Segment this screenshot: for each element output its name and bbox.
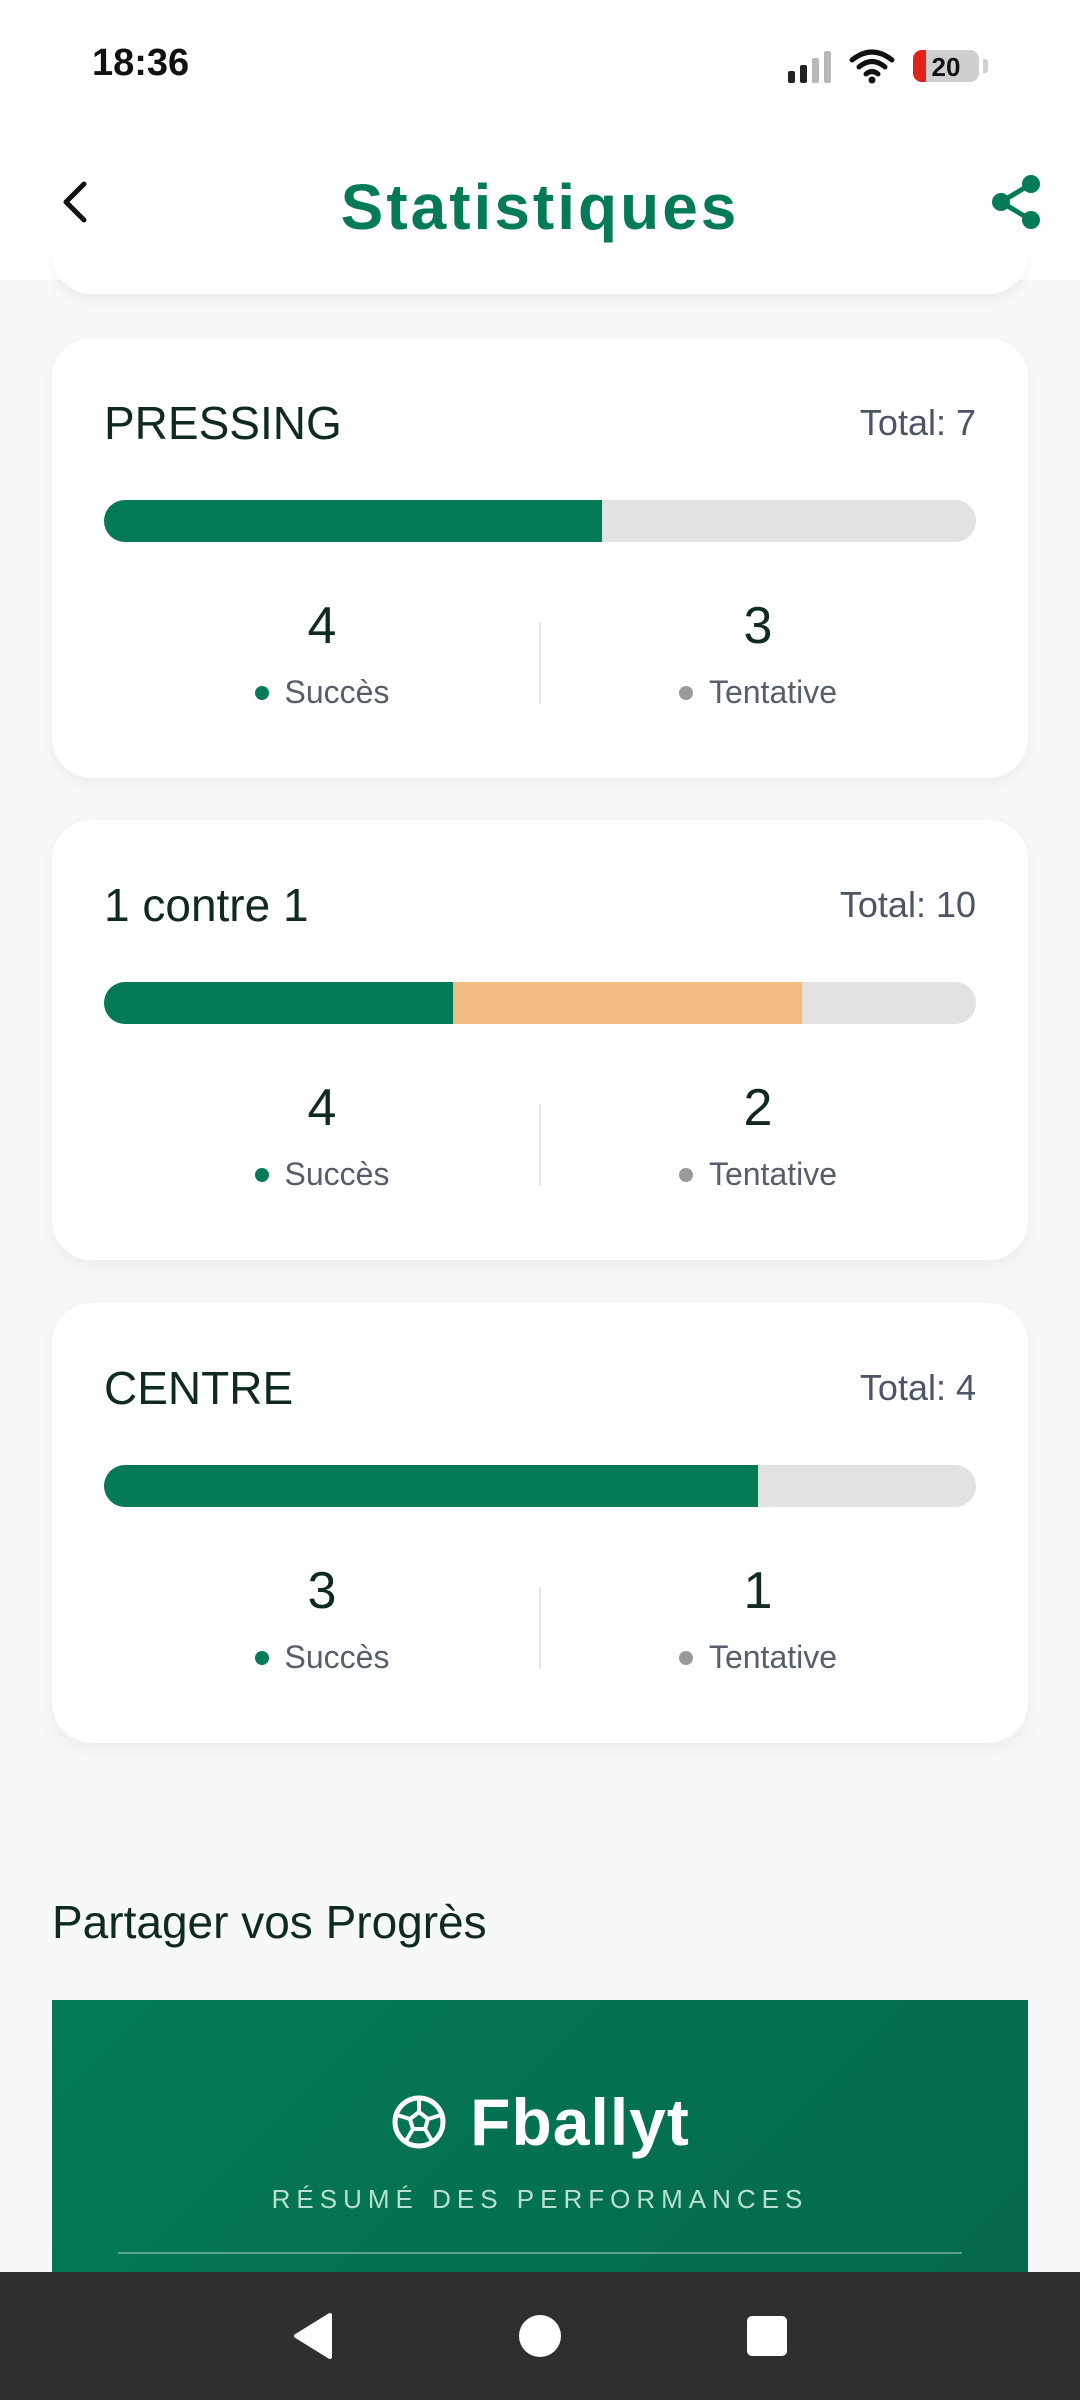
signal-icon xyxy=(788,49,831,83)
share-icon xyxy=(992,175,1040,229)
attempt-label-text: Tentative xyxy=(708,1156,838,1192)
success-dot-icon xyxy=(254,1650,269,1665)
card-title: 1 contre 1 xyxy=(104,879,309,931)
progress-bar xyxy=(104,1465,976,1507)
success-label-text: Succès xyxy=(284,1156,390,1192)
share-button[interactable] xyxy=(984,170,1048,234)
nav-home-icon xyxy=(518,2315,561,2357)
stat-card-centre: CENTRE Total: 4 3 Succès 1 Tentative xyxy=(52,1303,1028,1743)
previous-card xyxy=(52,250,1028,294)
success-stat: 4 Succès xyxy=(104,1076,540,1193)
progress-success xyxy=(104,500,602,542)
attempt-label: Tentative xyxy=(540,674,976,711)
success-dot-icon xyxy=(254,685,269,700)
success-value: 4 xyxy=(307,597,337,655)
attempt-label: Tentative xyxy=(540,1639,976,1676)
attempt-label-text: Tentative xyxy=(708,1639,838,1675)
brand-name: Fballyt xyxy=(470,2085,690,2159)
system-nav-bar xyxy=(0,2272,1080,2400)
status-time: 18:36 xyxy=(92,42,190,84)
battery-label: 20 xyxy=(931,52,961,82)
progress-bar xyxy=(104,500,976,542)
divider xyxy=(118,2252,962,2254)
success-label-text: Succès xyxy=(284,1639,390,1675)
nav-recents-icon xyxy=(746,2316,787,2356)
attempt-label-text: Tentative xyxy=(708,674,838,710)
success-value: 4 xyxy=(307,1079,337,1137)
stat-card-1v1: 1 contre 1 Total: 10 4 Succès 2 Tentativ… xyxy=(52,820,1028,1260)
success-label: Succès xyxy=(104,1156,540,1193)
success-stat: 4 Succès xyxy=(104,594,540,711)
success-label: Succès xyxy=(104,1639,540,1676)
nav-recents-button[interactable] xyxy=(737,2306,797,2366)
battery-tip xyxy=(983,59,988,73)
attempt-dot-icon xyxy=(678,1650,693,1665)
success-value: 3 xyxy=(307,1562,337,1620)
success-dot-icon xyxy=(254,1167,269,1182)
share-summary-card: Fballyt RÉSUMÉ DES PERFORMANCES xyxy=(52,2000,1028,2300)
progress-attempt xyxy=(452,982,802,1024)
status-bar: 18:36 20 xyxy=(0,0,1080,130)
battery-icon: 20 xyxy=(913,50,979,82)
card-title: PRESSING xyxy=(104,397,342,449)
card-total: Total: 7 xyxy=(859,402,976,443)
progress-success xyxy=(104,982,453,1024)
progress-success xyxy=(104,1465,758,1507)
success-stat: 3 Succès xyxy=(104,1559,540,1676)
stat-card-pressing: PRESSING Total: 7 4 Succès 3 Tentative xyxy=(52,338,1028,778)
soccer-ball-icon xyxy=(392,2095,446,2149)
attempt-value: 1 xyxy=(743,1562,773,1620)
success-label-text: Succès xyxy=(284,674,390,710)
status-icons: 20 xyxy=(788,44,988,88)
share-subtitle: RÉSUMÉ DES PERFORMANCES xyxy=(271,2184,809,2214)
card-total: Total: 4 xyxy=(859,1367,976,1408)
card-title: CENTRE xyxy=(104,1362,294,1414)
brand-logo: Fballyt xyxy=(52,2084,1028,2160)
attempt-label: Tentative xyxy=(540,1156,976,1193)
attempt-dot-icon xyxy=(678,1167,693,1182)
nav-home-button[interactable] xyxy=(510,2306,570,2366)
nav-back-button[interactable] xyxy=(283,2306,343,2366)
attempt-value: 3 xyxy=(743,597,773,655)
attempt-value: 2 xyxy=(743,1079,773,1137)
attempt-stat: 3 Tentative xyxy=(540,594,976,711)
progress-bar xyxy=(104,982,976,1024)
card-total: Total: 10 xyxy=(839,884,976,925)
nav-back-icon xyxy=(294,2313,333,2359)
attempt-dot-icon xyxy=(678,685,693,700)
attempt-stat: 2 Tentative xyxy=(540,1076,976,1193)
share-section-title: Partager vos Progrès xyxy=(52,1896,487,1948)
page-title: Statistiques xyxy=(340,171,740,243)
success-label: Succès xyxy=(104,674,540,711)
wifi-icon xyxy=(849,49,895,84)
attempt-stat: 1 Tentative xyxy=(540,1559,976,1676)
